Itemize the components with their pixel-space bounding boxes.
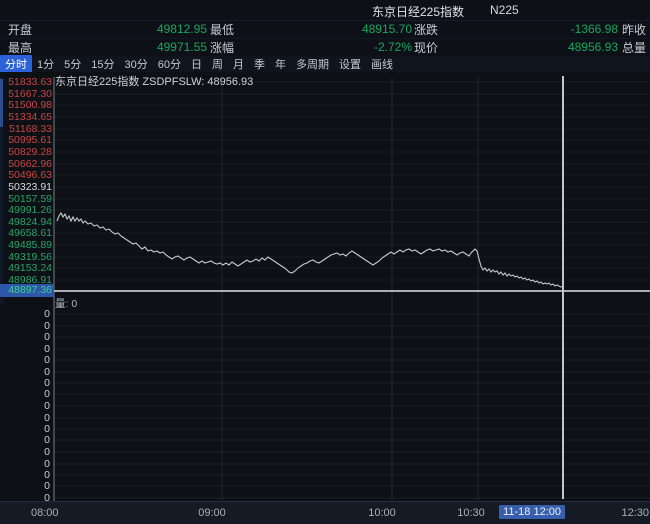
time-axis-label: 11-18 12:00 xyxy=(499,505,565,519)
low-value: 48915.70 xyxy=(362,22,412,36)
open-value: 49812.95 xyxy=(157,22,207,36)
prevclose-label: 昨收 xyxy=(622,21,646,38)
symbol-code: N225 xyxy=(490,3,519,17)
volume-axis-label: 0 xyxy=(0,492,50,501)
price-line-series xyxy=(57,213,563,287)
time-axis-label: 10:30 xyxy=(457,507,485,519)
toolbar-tab-7[interactable]: 周 xyxy=(207,55,228,73)
volume-axis-label: 0 xyxy=(0,446,50,458)
price-axis-label: 51334.65 xyxy=(0,111,52,123)
time-axis: 08:00 09:00 10:00 10:30 11-18 12:00 12:30 xyxy=(0,501,650,524)
toolbar-tab-6[interactable]: 日 xyxy=(186,55,207,73)
toolbar-tab-5[interactable]: 60分 xyxy=(153,55,186,73)
time-axis-label: 12:30 xyxy=(621,507,649,519)
changepct-value: -2.72% xyxy=(374,40,412,54)
toolbar-tab-1[interactable]: 1分 xyxy=(32,55,59,73)
changepct-label: 涨幅 xyxy=(210,39,234,56)
volume-axis-label: 0 xyxy=(0,331,50,343)
info-cell-lastprice: 现价 48956.93 xyxy=(414,38,618,56)
current-price-label: 48897.36 xyxy=(0,284,54,297)
chart-canvas[interactable]: 东京日经225指数 ZSDPFSLW: 48956.93 48897.36 量:… xyxy=(0,72,650,501)
volume-axis-label: 0 xyxy=(0,308,50,320)
toolbar-tab-12[interactable]: 设置 xyxy=(334,55,366,73)
price-axis-label: 49153.24 xyxy=(0,262,52,274)
info-cell-prevclose: 昨收 xyxy=(622,20,650,38)
toolbar-tab-3[interactable]: 15分 xyxy=(86,55,119,73)
toolbar-tab-2[interactable]: 5分 xyxy=(59,55,86,73)
open-label: 开盘 xyxy=(8,21,32,38)
toolbar-tab-9[interactable]: 季 xyxy=(249,55,270,73)
price-axis-label: 49991.26 xyxy=(0,204,52,216)
price-axis-label: 51833.63 xyxy=(0,76,52,88)
toolbar-tab-8[interactable]: 月 xyxy=(228,55,249,73)
toolbar-tabs: 分时1分5分15分30分60分日周月季年多周期设置画线 xyxy=(0,56,650,73)
high-label: 最高 xyxy=(8,39,32,56)
toolbar-tab-10[interactable]: 年 xyxy=(270,55,291,73)
info-cell-low: 最低 48915.70 xyxy=(210,20,412,38)
high-value: 49971.55 xyxy=(157,40,207,54)
toolbar-tab-11[interactable]: 多周期 xyxy=(291,55,334,73)
volume-axis-label: 0 xyxy=(0,480,50,492)
time-axis-label: 08:00 xyxy=(31,507,59,519)
price-axis-label: 49658.61 xyxy=(0,227,52,239)
chart-svg xyxy=(0,72,650,501)
price-axis-label: 51500.98 xyxy=(0,99,52,111)
volume-axis-label: 0 xyxy=(0,354,50,366)
volume-axis-label: 0 xyxy=(0,388,50,400)
price-axis-label: 50496.63 xyxy=(0,169,52,181)
lastprice-label: 现价 xyxy=(414,39,438,56)
chart-overlay-title: 东京日经225指数 ZSDPFSLW: 48956.93 xyxy=(55,73,253,89)
price-axis-label: 50323.91 xyxy=(0,181,52,193)
volume-axis-label: 0 xyxy=(0,400,50,412)
info-cell-changepct: 涨幅 -2.72% xyxy=(210,38,412,56)
titlebar: 东京日经225指数 N225 xyxy=(0,0,650,21)
volume-label: 量: 0 xyxy=(55,296,77,311)
price-axis-label: 49485.89 xyxy=(0,239,52,251)
toolbar-tab-4[interactable]: 30分 xyxy=(120,55,153,73)
info-cell-change: 涨跌 -1366.98 xyxy=(414,20,618,38)
info-cell-totalvolume: 总量 xyxy=(622,38,650,56)
time-axis-label: 09:00 xyxy=(198,507,226,519)
price-axis-label: 50829.28 xyxy=(0,146,52,158)
info-cell-open: 开盘 49812.95 xyxy=(8,20,207,38)
low-label: 最低 xyxy=(210,21,234,38)
toolbar-tab-0[interactable]: 分时 xyxy=(0,55,32,73)
window-title: 东京日经225指数 xyxy=(372,3,464,20)
totalvolume-label: 总量 xyxy=(622,39,646,56)
info-row-1: 开盘 49812.95 最低 48915.70 涨跌 -1366.98 昨收 xyxy=(0,20,650,39)
change-value: -1366.98 xyxy=(571,22,618,36)
toolbar-tab-13[interactable]: 画线 xyxy=(366,55,398,73)
price-axis-label: 50995.61 xyxy=(0,134,52,146)
info-cell-high: 最高 49971.55 xyxy=(8,38,207,56)
volume-axis-label: 0 xyxy=(0,434,50,446)
lastprice-value: 48956.93 xyxy=(568,40,618,54)
change-label: 涨跌 xyxy=(414,21,438,38)
time-axis-label: 10:00 xyxy=(368,507,396,519)
